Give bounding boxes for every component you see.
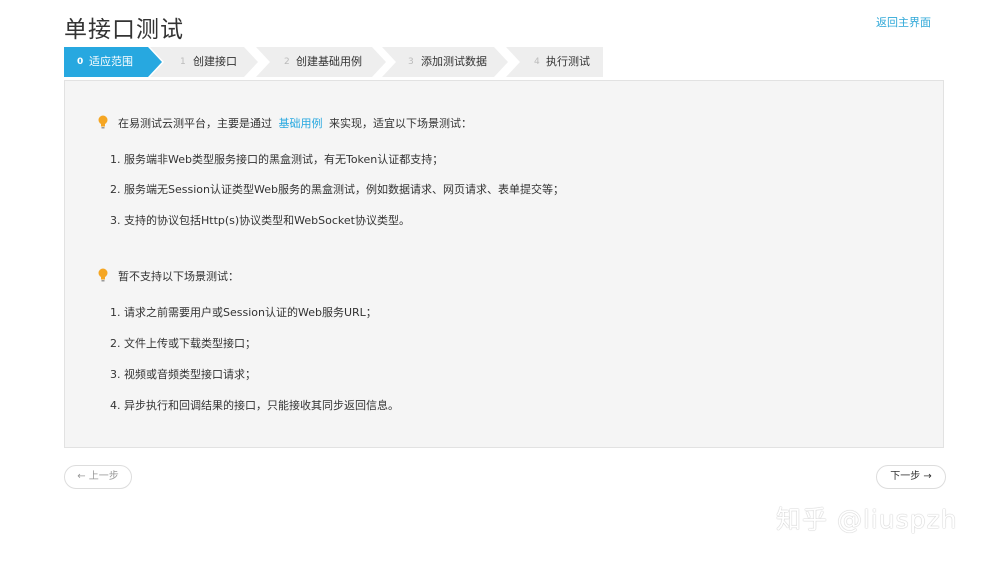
prev-step-button[interactable]: ← 上一步 [64,465,132,489]
content-panel: 在易测试云测平台，主要是通过 基础用例 来实现，适宜以下场景测试： 1. 服务端… [64,80,944,448]
step-label: 执行测试 [546,55,590,68]
step-2[interactable]: 2 创建基础用例 [256,47,386,77]
basic-case-link[interactable]: 基础用例 [279,117,323,130]
step-number: 4 [534,57,540,67]
step-label: 创建基础用例 [296,55,362,68]
supported-item: 3. 支持的协议包括Http(s)协议类型和WebSocket协议类型。 [110,214,410,227]
supported-item: 1. 服务端非Web类型服务接口的黑盒测试，有无Token认证都支持； [110,153,444,166]
lightbulb-icon [98,268,108,282]
step-number: 0 [77,57,84,67]
step-number: 2 [284,57,290,67]
step-label: 添加测试数据 [421,55,487,68]
step-label: 创建接口 [193,55,237,68]
supported-item: 2. 服务端无Session认证类型Web服务的黑盒测试，例如数据请求、网页请求… [110,183,564,196]
step-wizard: 0 适应范围 1 创建接口 2 创建基础用例 3 添加测试数据 4 执行测试 [64,47,604,77]
supported-intro-text-after: 来实现，适宜以下场景测试： [329,117,472,130]
next-step-button[interactable]: 下一步 → [876,465,946,489]
step-3[interactable]: 3 添加测试数据 [382,47,508,77]
step-label: 适应范围 [89,55,133,68]
unsupported-item: 4. 异步执行和回调结果的接口，只能接收其同步返回信息。 [110,399,399,412]
supported-intro: 在易测试云测平台，主要是通过 基础用例 来实现，适宜以下场景测试： [118,115,472,131]
back-to-main-link[interactable]: 返回主界面 [876,14,931,30]
step-1[interactable]: 1 创建接口 [150,47,258,77]
step-0[interactable]: 0 适应范围 [64,47,162,77]
unsupported-item: 1. 请求之前需要用户或Session认证的Web服务URL； [110,306,377,319]
lightbulb-icon [98,115,108,129]
watermark: 知乎 @liuspzh [776,505,958,534]
step-number: 1 [180,57,186,67]
supported-intro-text: 在易测试云测平台，主要是通过 [118,117,272,130]
step-number: 3 [408,57,414,67]
unsupported-item: 2. 文件上传或下载类型接口； [110,337,256,350]
page-title: 单接口测试 [64,17,184,43]
unsupported-item: 3. 视频或音频类型接口请求； [110,368,256,381]
step-4[interactable]: 4 执行测试 [506,47,603,77]
unsupported-intro: 暂不支持以下场景测试： [118,270,239,283]
